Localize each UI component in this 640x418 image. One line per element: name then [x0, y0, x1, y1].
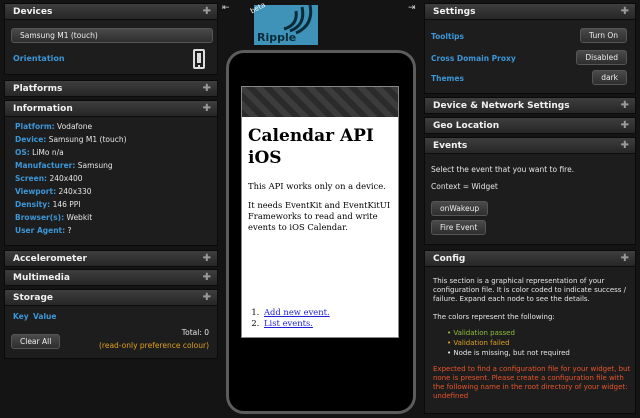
- cdp-label: Cross Domain Proxy: [431, 54, 516, 63]
- platforms-title: Platforms: [13, 84, 63, 94]
- config-header[interactable]: Config ✚: [425, 251, 635, 267]
- events-context: Context = Widget: [431, 182, 498, 191]
- settings-header[interactable]: Settings ✚: [425, 4, 635, 20]
- screen-link-list: Add new event. List events.: [262, 307, 330, 329]
- screen-heading: Calendar API iOS: [248, 126, 374, 168]
- info-row: OS: LiMo n/a: [15, 148, 64, 157]
- info-row: Viewport: 240x330: [15, 187, 92, 196]
- list-events-link[interactable]: List events.: [264, 318, 313, 328]
- legend-validation-passed: • Validation passed: [447, 329, 515, 337]
- multimedia-title: Multimedia: [13, 273, 70, 283]
- expand-icon[interactable]: ✚: [621, 98, 629, 114]
- config-title: Config: [433, 254, 466, 264]
- config-description: This section is a graphical representati…: [433, 277, 627, 303]
- expand-icon[interactable]: ✚: [203, 251, 211, 267]
- accelerometer-panel: Accelerometer ✚: [4, 250, 218, 267]
- list-item: List events.: [262, 318, 330, 329]
- multimedia-header[interactable]: Multimedia ✚: [5, 270, 217, 286]
- screen-header-bar: [242, 87, 398, 117]
- event-select[interactable]: onWakeup: [431, 201, 489, 216]
- events-header[interactable]: Events ✚: [425, 138, 635, 154]
- tooltips-label: Tooltips: [431, 32, 464, 41]
- information-title: Information: [13, 104, 73, 114]
- collapse-icon[interactable]: ✚: [621, 4, 629, 20]
- ripple-wordmark: Ripple: [257, 31, 297, 44]
- readonly-note: (read-only preference colour): [98, 341, 209, 350]
- devices-header[interactable]: Devices ✚: [5, 4, 217, 20]
- storage-header[interactable]: Storage ✚: [5, 290, 217, 306]
- events-panel: Events ✚ Select the event that you want …: [424, 137, 636, 245]
- info-row: User Agent: ?: [15, 226, 72, 235]
- storage-key-header: Key: [13, 312, 29, 321]
- screen-content: Calendar API iOS This API works only on …: [242, 117, 398, 328]
- expand-icon[interactable]: ✚: [203, 270, 211, 286]
- device-network-panel: Device & Network Settings ✚: [424, 97, 636, 114]
- platforms-panel: Platforms ✚: [4, 80, 218, 97]
- clear-all-button[interactable]: Clear All: [11, 334, 61, 349]
- screen-paragraph-2: It needs EventKit and EventKitUI Framewo…: [248, 200, 391, 232]
- themes-label: Themes: [431, 74, 464, 83]
- screen-paragraph-1: This API works only on a device.: [248, 181, 386, 191]
- device-select[interactable]: Samsung M1 (touch): [11, 28, 213, 43]
- collapse-icon[interactable]: ✚: [621, 251, 629, 267]
- legend-node-missing: • Node is missing, but not required: [447, 349, 570, 357]
- storage-panel: Storage ✚ Key Value Total: 0 Clear All (…: [4, 289, 218, 359]
- info-row: Screen: 240x400: [15, 174, 83, 183]
- information-panel: Information ✚ Platform: Vodafone Device:…: [4, 100, 218, 246]
- config-error-message: Expected to find a configuration file fo…: [433, 365, 631, 400]
- ripple-logo: beta Ripple: [249, 1, 318, 45]
- config-colors-intro: The colors represent the following:: [433, 313, 555, 321]
- device-network-header[interactable]: Device & Network Settings ✚: [425, 98, 635, 114]
- info-row: Browser(s): Webkit: [15, 213, 93, 222]
- accelerometer-header[interactable]: Accelerometer ✚: [5, 251, 217, 267]
- multimedia-panel: Multimedia ✚: [4, 269, 218, 286]
- devices-title: Devices: [13, 7, 53, 17]
- geo-location-panel: Geo Location ✚: [424, 117, 636, 134]
- arrow-left-icon[interactable]: ⇤: [222, 3, 230, 13]
- list-item: Add new event.: [262, 307, 330, 318]
- settings-title: Settings: [433, 7, 476, 17]
- phone-orientation-icon[interactable]: [193, 49, 205, 69]
- device-network-title: Device & Network Settings: [433, 101, 570, 111]
- collapse-icon[interactable]: ✚: [203, 4, 211, 20]
- info-row: Manufacturer: Samsung: [15, 161, 113, 170]
- collapse-icon[interactable]: ✚: [203, 290, 211, 306]
- info-row: Device: Samsung M1 (touch): [15, 135, 127, 144]
- themes-select[interactable]: dark: [592, 70, 627, 85]
- config-panel: Config ✚ This section is a graphical rep…: [424, 250, 636, 414]
- collapse-icon[interactable]: ✚: [203, 101, 211, 117]
- events-title: Events: [433, 141, 468, 151]
- geo-location-title: Geo Location: [433, 121, 500, 131]
- orientation-label: Orientation: [13, 54, 65, 63]
- devices-panel: Devices ✚ Samsung M1 (touch) Orientation: [4, 3, 218, 75]
- settings-panel: Settings ✚ Tooltips Turn On Cross Domain…: [424, 3, 636, 94]
- information-header[interactable]: Information ✚: [5, 101, 217, 117]
- add-new-event-link[interactable]: Add new event.: [264, 307, 330, 317]
- cdp-select[interactable]: Disabled: [576, 50, 627, 65]
- expand-icon[interactable]: ✚: [203, 81, 211, 97]
- fire-event-button[interactable]: Fire Event: [431, 220, 487, 235]
- legend-validation-failed: • Validation failed: [447, 339, 510, 347]
- info-row: Platform: Vodafone: [15, 122, 93, 131]
- events-instruction: Select the event that you want to fire.: [431, 165, 575, 174]
- storage-total: Total: 0: [181, 328, 209, 337]
- info-row: Density: 146 PPI: [15, 200, 81, 209]
- geo-location-header[interactable]: Geo Location ✚: [425, 118, 635, 134]
- storage-title: Storage: [13, 293, 54, 303]
- device-screen[interactable]: Calendar API iOS This API works only on …: [241, 86, 399, 338]
- expand-icon[interactable]: ✚: [621, 118, 629, 134]
- arrow-right-icon[interactable]: ⇥: [408, 3, 416, 13]
- tooltips-toggle-button[interactable]: Turn On: [580, 28, 627, 43]
- accelerometer-title: Accelerometer: [13, 254, 87, 264]
- platforms-header[interactable]: Platforms ✚: [5, 81, 217, 97]
- storage-value-header: Value: [33, 312, 57, 321]
- collapse-icon[interactable]: ✚: [621, 138, 629, 154]
